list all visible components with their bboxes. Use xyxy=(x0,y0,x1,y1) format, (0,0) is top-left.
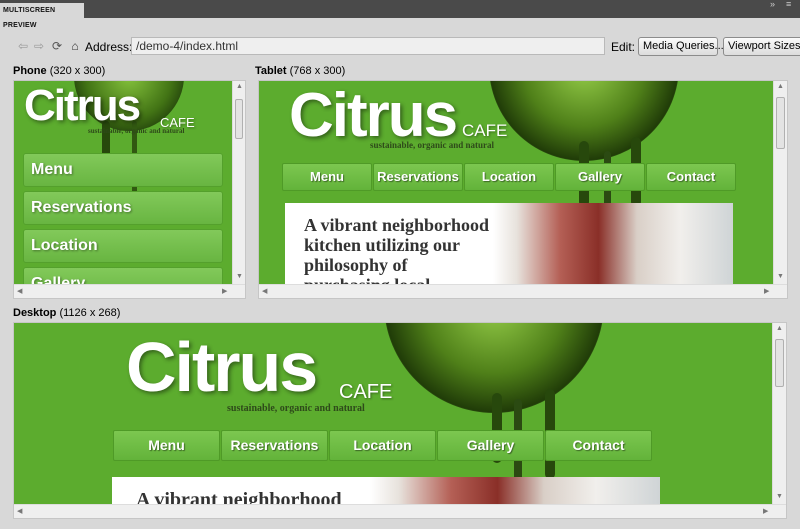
edit-label: Edit: xyxy=(611,40,636,54)
desktop-frame-label: Desktop (1126 x 268) xyxy=(13,307,120,319)
forward-arrow-icon[interactable]: ⇨ xyxy=(32,39,46,53)
tablet-vertical-scrollbar[interactable]: ▲ ▼ xyxy=(773,81,787,284)
hero-line: philosophy of xyxy=(304,255,408,275)
scroll-up-icon[interactable]: ▲ xyxy=(777,83,784,91)
tablet-nav-gallery[interactable]: Gallery xyxy=(555,163,645,191)
site-logo-cafe: CAFE xyxy=(462,121,508,140)
desktop-horizontal-scrollbar[interactable]: ◀ ▶ xyxy=(14,504,786,518)
tablet-size: (768 x 300) xyxy=(289,65,346,77)
desktop-vertical-scrollbar[interactable]: ▲ ▼ xyxy=(772,323,786,504)
tablet-frame-label: Tablet (768 x 300) xyxy=(255,65,345,77)
scroll-left-icon[interactable]: ◀ xyxy=(17,288,22,296)
desktop-site: Citrus CAFE sustainable, organic and nat… xyxy=(14,323,772,504)
desktop-name: Desktop xyxy=(13,307,57,319)
phone-nav-location[interactable]: Location xyxy=(23,229,223,263)
tablet-nav-location[interactable]: Location xyxy=(464,163,554,191)
desktop-nav-menu[interactable]: Menu xyxy=(113,430,220,461)
phone-site: Citrus CAFE sustainable, organic and nat… xyxy=(14,81,232,284)
panel-tab-multiscreen-preview[interactable]: MULTISCREEN PREVIEW xyxy=(0,3,84,29)
tablet-hero-banner: A vibrant neighborhood kitchen utilizing… xyxy=(285,203,733,284)
desktop-size: (1126 x 268) xyxy=(59,307,121,319)
tablet-nav-menu[interactable]: Menu xyxy=(282,163,372,191)
tablet-vscroll-thumb[interactable] xyxy=(776,97,785,149)
phone-nav-menu[interactable]: Menu xyxy=(23,153,223,187)
desktop-hero-banner: A vibrant neighborhood xyxy=(112,477,660,504)
scroll-left-icon[interactable]: ◀ xyxy=(262,288,267,296)
address-toolbar: ⇦ ⇨ ⟳ ⌂ Address: Edit: Media Queries... … xyxy=(0,36,800,58)
scroll-down-icon[interactable]: ▼ xyxy=(776,493,783,501)
media-queries-button[interactable]: Media Queries... xyxy=(638,37,724,56)
scroll-right-icon[interactable]: ▶ xyxy=(763,508,768,516)
scroll-right-icon[interactable]: ▶ xyxy=(764,288,769,296)
site-tagline: sustainable, organic and natural xyxy=(370,140,495,150)
tablet-nav-contact[interactable]: Contact xyxy=(646,163,736,191)
desktop-viewport[interactable]: Citrus CAFE sustainable, organic and nat… xyxy=(13,322,787,519)
phone-name: Phone xyxy=(13,65,47,77)
viewport-sizes-button[interactable]: Viewport Sizes... xyxy=(723,37,800,56)
phone-frame-label: Phone (320 x 300) xyxy=(13,65,105,77)
tablet-nav-reservations[interactable]: Reservations xyxy=(373,163,463,191)
panel-menu-icon[interactable]: ≡ xyxy=(786,0,791,9)
refresh-icon[interactable]: ⟳ xyxy=(50,39,64,53)
phone-vertical-scrollbar[interactable]: ▲ ▼ xyxy=(232,81,245,284)
site-logo[interactable]: Citrus xyxy=(24,81,141,131)
tablet-horizontal-scrollbar[interactable]: ◀ ▶ xyxy=(259,284,787,298)
desktop-nav-contact[interactable]: Contact xyxy=(545,430,652,461)
hero-line: purchasing local xyxy=(304,275,489,284)
scroll-up-icon[interactable]: ▲ xyxy=(236,83,243,91)
phone-viewport[interactable]: Citrus CAFE sustainable, organic and nat… xyxy=(13,80,246,299)
desktop-vscroll-thumb[interactable] xyxy=(775,339,784,387)
scroll-right-icon[interactable]: ▶ xyxy=(222,288,227,296)
phone-size: (320 x 300) xyxy=(49,65,106,77)
scroll-down-icon[interactable]: ▼ xyxy=(236,273,243,281)
desktop-nav-reservations[interactable]: Reservations xyxy=(221,430,328,461)
hero-photo-image xyxy=(370,477,660,504)
site-tagline: sustainable, organic and natural xyxy=(227,403,365,414)
phone-nav-gallery[interactable]: Gallery xyxy=(23,267,223,284)
hero-photo-image xyxy=(493,203,733,284)
site-logo-cafe: CAFE xyxy=(339,381,393,403)
back-arrow-icon[interactable]: ⇦ xyxy=(16,39,30,53)
scroll-down-icon[interactable]: ▼ xyxy=(777,273,784,281)
phone-nav-reservations[interactable]: Reservations xyxy=(23,191,223,225)
phone-horizontal-scrollbar[interactable]: ◀ ▶ xyxy=(14,284,245,298)
desktop-nav-gallery[interactable]: Gallery xyxy=(437,430,544,461)
tablet-hero-text: A vibrant neighborhood kitchen utilizing… xyxy=(304,215,489,284)
tablet-name: Tablet xyxy=(255,65,287,77)
address-input[interactable] xyxy=(131,37,605,55)
panel-collapse-icon[interactable]: » xyxy=(770,0,775,9)
panel-tab-bar: MULTISCREEN PREVIEW » ≡ xyxy=(0,0,800,29)
tablet-viewport[interactable]: Citrus CAFE sustainable, organic and nat… xyxy=(258,80,788,299)
desktop-nav-location[interactable]: Location xyxy=(329,430,436,461)
desktop-hero-line: A vibrant neighborhood xyxy=(136,489,342,504)
phone-vscroll-thumb[interactable] xyxy=(235,99,243,139)
scroll-up-icon[interactable]: ▲ xyxy=(776,325,783,333)
hero-line: kitchen utilizing our xyxy=(304,235,461,255)
site-tagline: sustainable, organic and natural xyxy=(88,127,185,135)
tablet-site: Citrus CAFE sustainable, organic and nat… xyxy=(259,81,773,284)
home-icon[interactable]: ⌂ xyxy=(68,39,82,53)
hero-line: A vibrant neighborhood xyxy=(304,215,490,235)
scroll-left-icon[interactable]: ◀ xyxy=(17,508,22,516)
address-label: Address: xyxy=(85,40,133,54)
site-logo[interactable]: Citrus xyxy=(126,329,318,405)
